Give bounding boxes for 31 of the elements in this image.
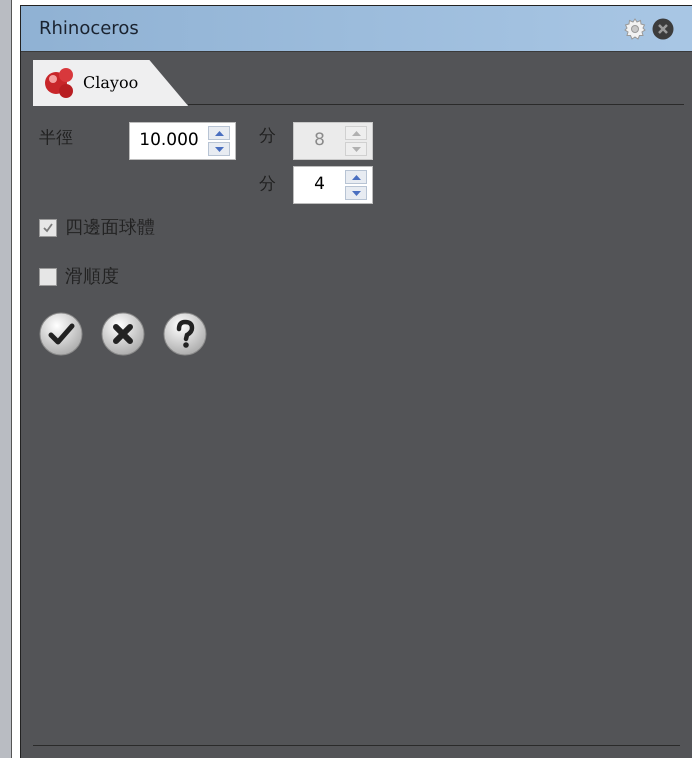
up-arrow-icon <box>352 174 360 180</box>
checkbox[interactable] <box>39 218 57 236</box>
down-arrow-icon <box>352 190 360 196</box>
up-arrow-icon <box>214 130 224 136</box>
up-arrow-icon <box>352 130 360 136</box>
window-title: Rhinoceros <box>39 17 140 41</box>
x-icon <box>101 312 145 356</box>
tab[interactable]: Clayoo <box>33 60 188 106</box>
checkbox[interactable] <box>39 268 57 286</box>
field-value: 8 <box>313 129 326 152</box>
down-arrow-icon <box>352 146 360 152</box>
question-mark-icon <box>163 312 207 356</box>
field-value: 10.000 <box>138 129 200 152</box>
field-label: 分 <box>258 173 277 196</box>
ok-button[interactable] <box>39 312 83 356</box>
cancel-button[interactable] <box>101 312 145 356</box>
number-field[interactable]: 4 <box>293 166 373 204</box>
spin-down-button[interactable] <box>208 142 230 156</box>
spin-up-button[interactable] <box>345 170 367 184</box>
close-icon[interactable] <box>652 18 674 40</box>
number-field[interactable]: 10.000 <box>129 122 236 160</box>
field-label: 分 <box>258 125 277 148</box>
check-icon <box>39 312 83 356</box>
field-label: 半徑 <box>39 127 74 150</box>
help-button[interactable] <box>163 312 207 356</box>
spin-down-button[interactable] <box>345 186 367 200</box>
spin-up-button[interactable] <box>208 126 230 140</box>
down-arrow-icon <box>214 146 224 152</box>
settings-icon[interactable] <box>624 18 646 40</box>
field-value: 4 <box>313 173 326 196</box>
check-icon <box>42 222 54 234</box>
